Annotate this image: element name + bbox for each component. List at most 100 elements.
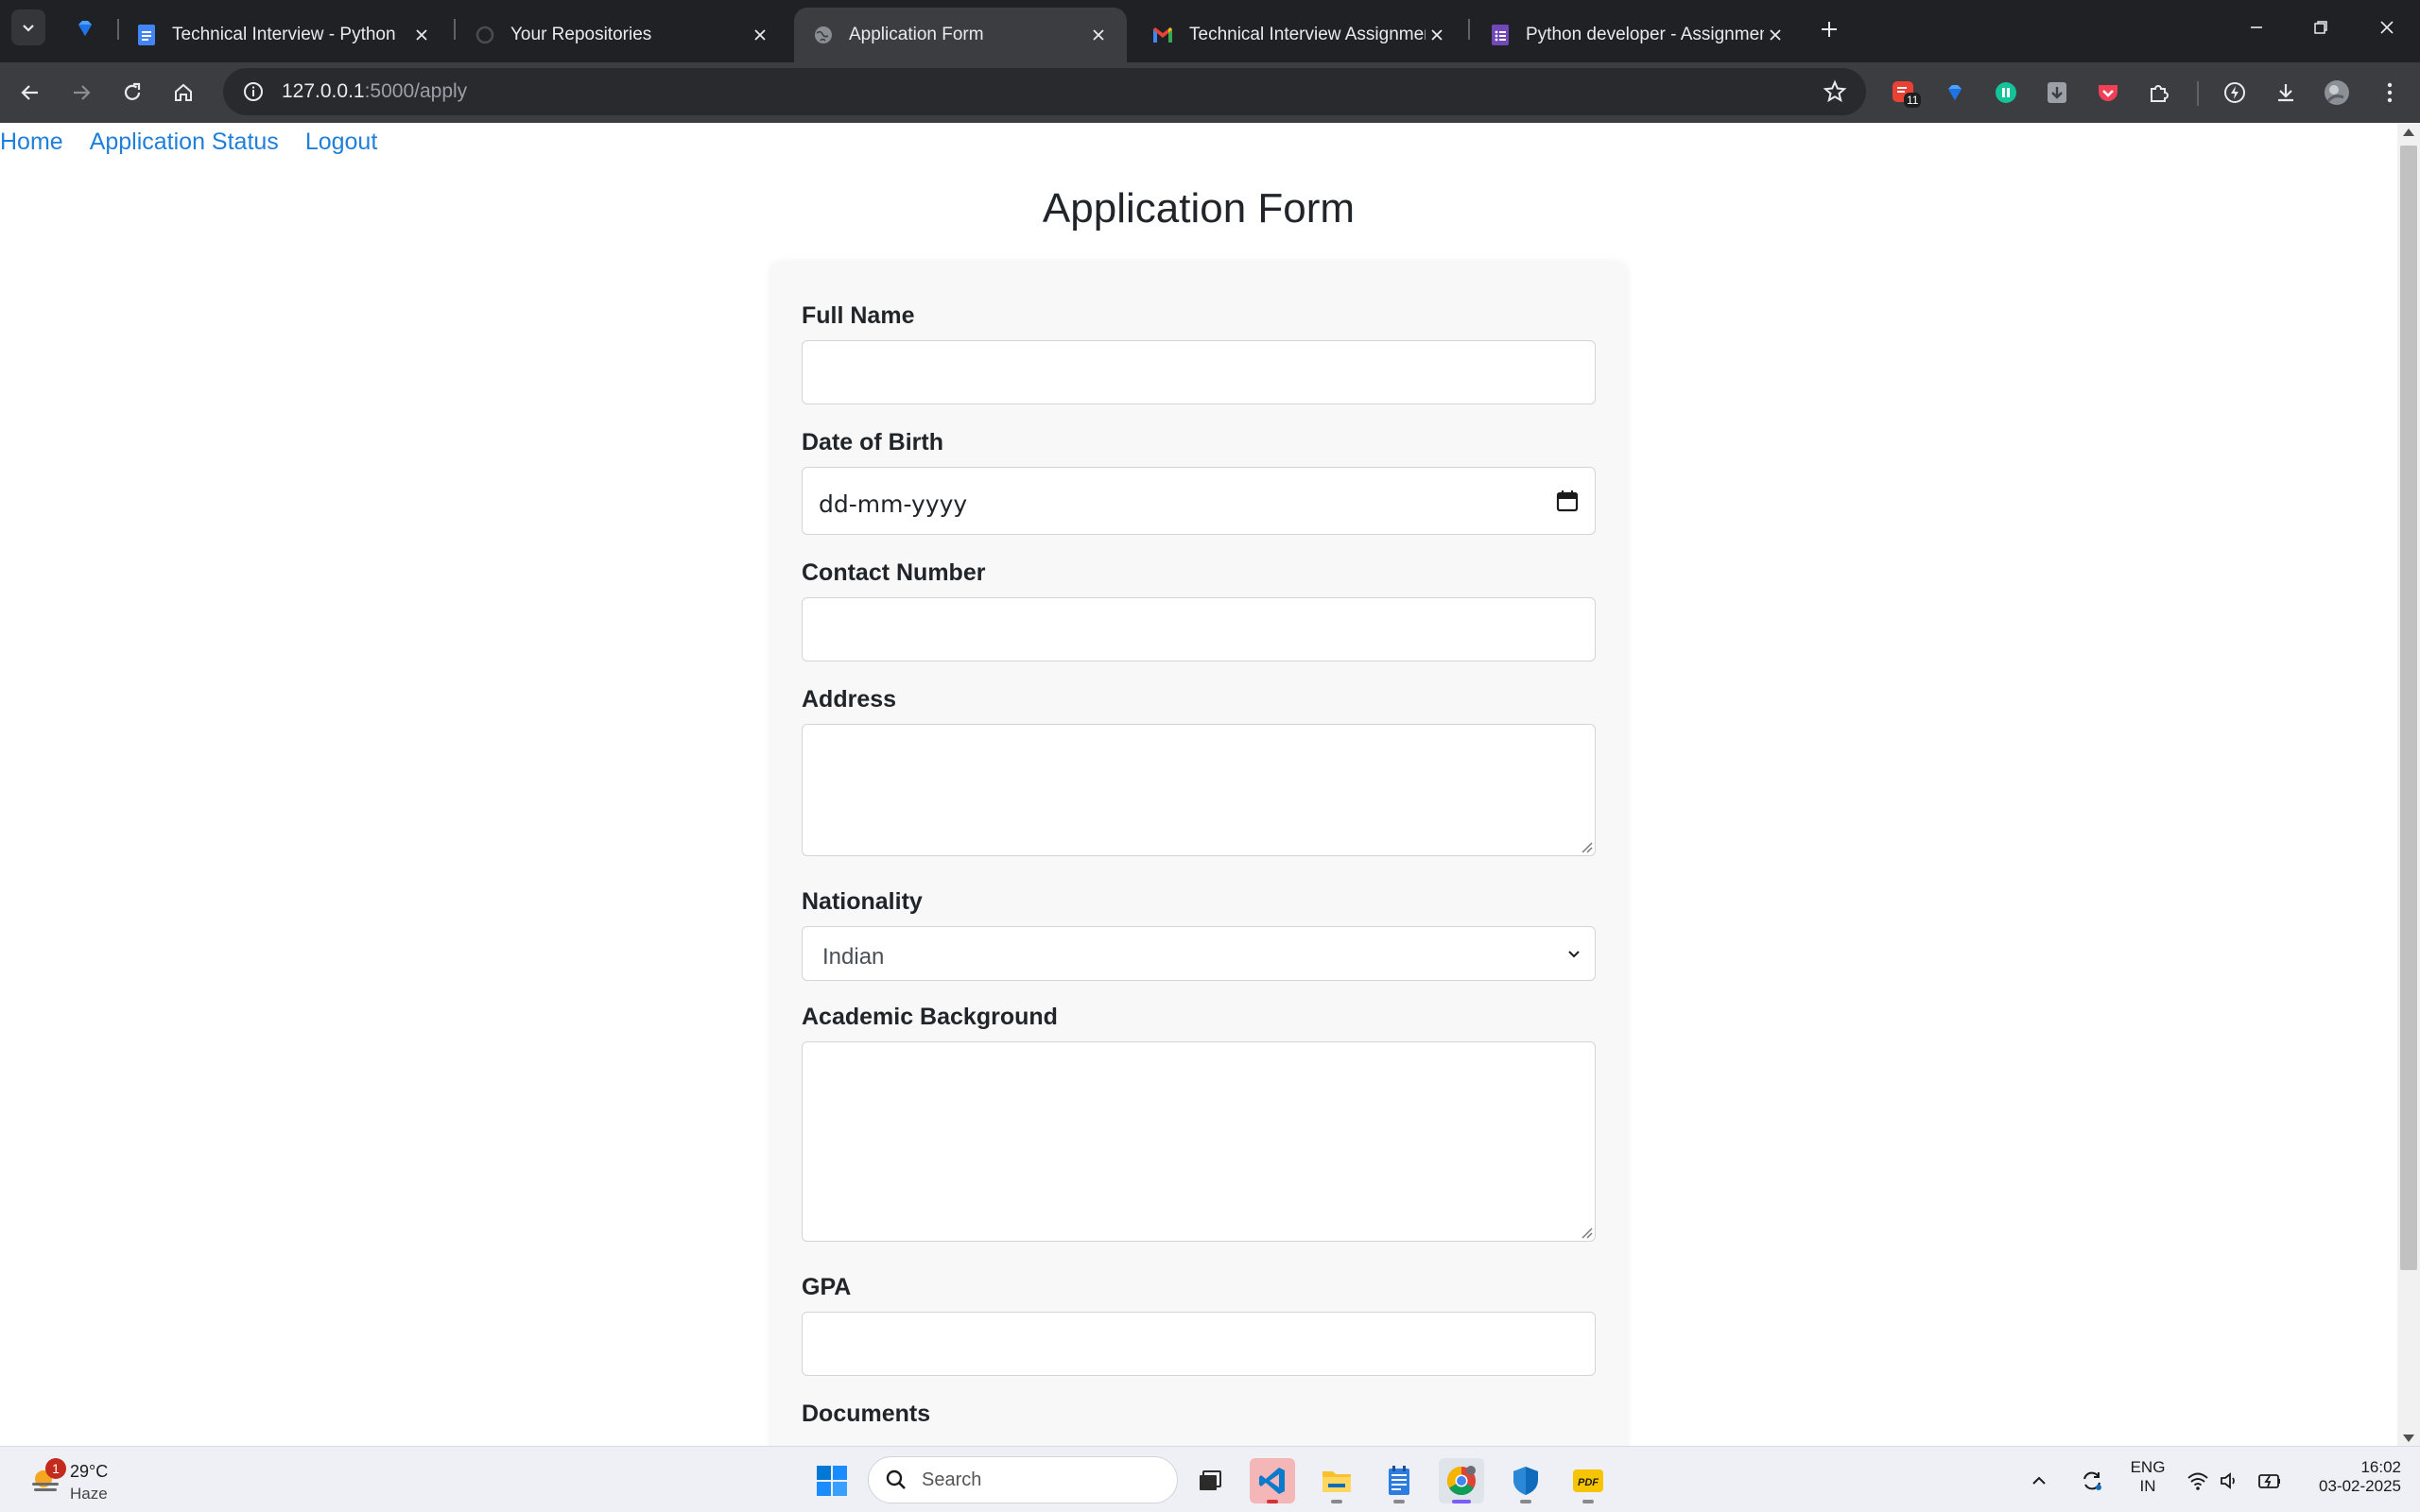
- svg-text:PDF: PDF: [1578, 1477, 1599, 1488]
- wifi-icon: [2187, 1472, 2208, 1490]
- nav-application-status-link[interactable]: Application Status: [90, 129, 279, 156]
- start-button[interactable]: [809, 1458, 855, 1503]
- bookmark-star-icon[interactable]: [1823, 79, 1847, 104]
- vscode-icon: [1259, 1468, 1285, 1494]
- home-icon: [175, 83, 192, 101]
- home-button[interactable]: [163, 72, 204, 113]
- resize-handle-icon[interactable]: [1580, 840, 1593, 853]
- language-indicator[interactable]: ENG IN: [2127, 1458, 2169, 1496]
- tab-close-icon[interactable]: [1764, 24, 1787, 46]
- chevron-up-icon: [2032, 1476, 2046, 1485]
- restore-icon: [2314, 21, 2327, 34]
- show-hidden-icons-button[interactable]: [2025, 1458, 2053, 1503]
- downloads-button[interactable]: [2271, 77, 2301, 108]
- url-text: 127.0.0.1:5000/apply: [282, 80, 467, 103]
- tab-search-button[interactable]: [11, 9, 45, 45]
- reload-button[interactable]: [112, 72, 153, 113]
- extension-button[interactable]: [2093, 77, 2123, 108]
- dob-label: Date of Birth: [802, 429, 943, 455]
- tab-title: Technical Interview Assignment: [1189, 25, 1426, 44]
- running-indicator: [1582, 1500, 1594, 1503]
- extension-button[interactable]: [1991, 77, 2021, 108]
- task-view-button[interactable]: [1187, 1458, 1233, 1503]
- shield-icon: [1513, 1467, 1538, 1495]
- forward-button[interactable]: [60, 72, 102, 113]
- close-icon: [2380, 21, 2394, 34]
- academic-background-textarea[interactable]: [802, 1041, 1596, 1242]
- tab-technical-interview-assignment[interactable]: Technical Interview Assignment: [1132, 8, 1465, 62]
- sync-tray-button[interactable]: [2076, 1458, 2108, 1503]
- tab-technical-interview-python[interactable]: Technical Interview - Python: [117, 8, 450, 62]
- address-label: Address: [802, 686, 897, 713]
- taskbar-app-defender[interactable]: [1503, 1458, 1548, 1503]
- full-name-input[interactable]: [802, 340, 1596, 404]
- clock[interactable]: 16:02 03-02-2025: [2295, 1458, 2401, 1496]
- battery-tray-button[interactable]: [2256, 1458, 2284, 1503]
- contact-number-input[interactable]: [802, 597, 1596, 662]
- extension-button[interactable]: [1940, 77, 1970, 108]
- nationality-select[interactable]: Indian: [802, 926, 1596, 981]
- taskbar-app-vscode[interactable]: [1250, 1458, 1295, 1503]
- extension-button[interactable]: [2042, 77, 2072, 108]
- chevron-down-icon: [23, 25, 34, 32]
- taskbar-app-chrome[interactable]: [1439, 1458, 1484, 1503]
- tab-title: Python developer - Assignment: [1526, 25, 1764, 44]
- energy-saver-icon: [2224, 82, 2245, 103]
- scroll-thumb[interactable]: [2400, 146, 2417, 1270]
- tab-application-form[interactable]: Application Form: [794, 8, 1127, 62]
- gem-icon: [78, 21, 92, 36]
- minimize-button[interactable]: [2231, 6, 2282, 49]
- taskbar-app-pdf-reader[interactable]: PDF: [1565, 1458, 1611, 1503]
- clock-time: 16:02: [2360, 1458, 2401, 1476]
- pinned-tab[interactable]: [59, 8, 112, 49]
- address-textarea[interactable]: [802, 724, 1596, 856]
- grammar-extension-icon: [1996, 82, 2016, 103]
- address-bar[interactable]: 127.0.0.1:5000/apply: [223, 68, 1866, 115]
- notepad-icon: [1389, 1466, 1409, 1495]
- tab-your-repositories[interactable]: Your Repositories: [456, 8, 788, 62]
- tab-close-icon[interactable]: [410, 24, 433, 46]
- extensions-menu-button[interactable]: [2144, 77, 2174, 108]
- taskbar-search[interactable]: Search: [868, 1456, 1178, 1503]
- tab-close-icon[interactable]: [1087, 24, 1110, 46]
- nav-logout-link[interactable]: Logout: [305, 129, 377, 156]
- close-window-button[interactable]: [2361, 6, 2412, 49]
- more-vertical-icon: [2387, 82, 2393, 103]
- speaker-icon: [2221, 1472, 2235, 1489]
- resize-handle-icon[interactable]: [1580, 1226, 1593, 1239]
- browser-menu-button[interactable]: [2375, 77, 2405, 108]
- taskbar-app-file-explorer[interactable]: [1314, 1458, 1359, 1503]
- performance-button[interactable]: [2220, 77, 2250, 108]
- dob-input[interactable]: dd-mm-yyyy: [802, 467, 1596, 535]
- tab-close-icon[interactable]: [1426, 24, 1448, 46]
- page-scrollbar[interactable]: [2397, 123, 2420, 1446]
- browser-tab-strip: Technical Interview - Python Your Reposi…: [0, 0, 2420, 62]
- folder-icon: [1322, 1471, 1351, 1492]
- volume-tray-button[interactable]: [2216, 1458, 2244, 1503]
- extension-button[interactable]: 11: [1889, 77, 1922, 108]
- back-button[interactable]: [9, 72, 51, 113]
- gpa-label: GPA: [802, 1274, 852, 1300]
- weather-notification-badge: 1: [45, 1458, 66, 1479]
- nav-home-link[interactable]: Home: [0, 129, 63, 156]
- web-page: Home Application Status Logout Applicati…: [0, 123, 2397, 1446]
- scroll-up-arrow-icon[interactable]: [2403, 129, 2414, 136]
- tab-python-developer-assignment[interactable]: Python developer - Assignment: [1471, 8, 1804, 62]
- weather-temperature: 29°C: [70, 1462, 109, 1481]
- running-indicator: [1452, 1500, 1471, 1503]
- new-tab-button[interactable]: [1813, 13, 1845, 45]
- site-info-icon[interactable]: [240, 78, 267, 105]
- taskbar-app-notepad[interactable]: [1376, 1458, 1422, 1503]
- weather-widget[interactable]: 1 29°C Haze: [23, 1454, 136, 1507]
- profile-button[interactable]: [2322, 77, 2352, 108]
- gem-icon: [1948, 85, 1962, 100]
- calendar-icon[interactable]: [1555, 489, 1580, 513]
- tab-close-icon[interactable]: [749, 24, 771, 46]
- wifi-tray-button[interactable]: [2184, 1458, 2212, 1503]
- running-indicator: [1520, 1500, 1531, 1503]
- restore-button[interactable]: [2295, 6, 2346, 49]
- gpa-input[interactable]: [802, 1312, 1596, 1376]
- windows-logo-icon: [817, 1466, 847, 1496]
- scroll-down-arrow-icon[interactable]: [2403, 1435, 2414, 1442]
- academic-background-label: Academic Background: [802, 1004, 1058, 1030]
